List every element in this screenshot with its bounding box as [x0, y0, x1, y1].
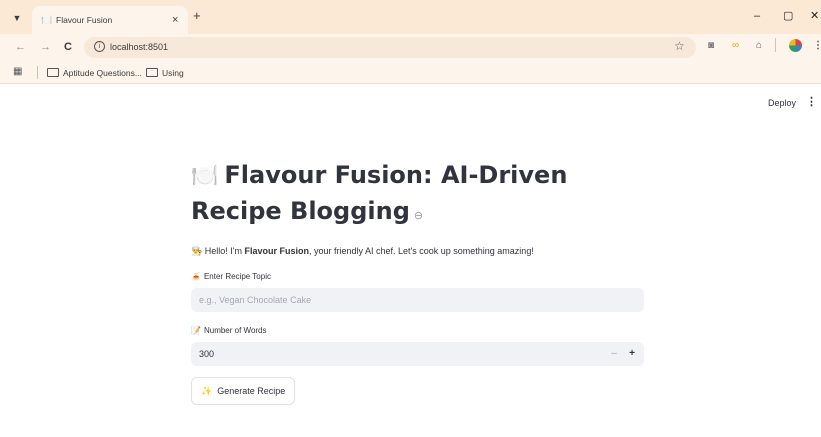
generate-recipe-label: Generate Recipe	[217, 386, 286, 396]
main-content: 🍽️ Flavour Fusion: AI-Driven Recipe Blogg…	[191, 158, 644, 405]
browser-toolbar: ← → C i localhost:8501 ☆ ◙ ∞ ⌂ ⋮	[0, 34, 821, 61]
toolbar-divider	[775, 38, 776, 52]
tab-strip: ▼ 🍽️ Flavour Fusion × + – ▢ ✕	[0, 0, 821, 34]
bookmark-aptitude-questions[interactable]: Aptitude Questions...	[47, 65, 142, 80]
apps-grid-icon[interactable]: ▦	[13, 66, 22, 78]
word-count-value[interactable]: 300	[199, 348, 214, 360]
recipe-topic-label: 🍝 Enter Recipe Topic	[191, 271, 644, 283]
generate-recipe-button[interactable]: ✨ Generate Recipe	[191, 377, 296, 405]
app-menu-icon[interactable]: ⋮	[806, 96, 817, 109]
new-tab-button[interactable]: +	[193, 9, 201, 23]
pasta-icon: 🍝	[191, 272, 201, 281]
tab-title: Flavour Fusion	[56, 15, 113, 25]
camera-extension-icon[interactable]: ◙	[708, 39, 714, 53]
chef-icon: 👨‍🍳	[191, 246, 203, 256]
intro-text-start: Hello! I'm	[204, 246, 245, 256]
tab-search-chevron-icon[interactable]: ▼	[8, 9, 26, 27]
intro-app-name: Flavour Fusion	[244, 246, 309, 256]
folder-icon	[146, 68, 158, 77]
close-window-button[interactable]: ✕	[810, 9, 819, 23]
page-title: 🍽️ Flavour Fusion: AI-Driven Recipe Blogg…	[191, 158, 644, 233]
increment-button[interactable]: +	[624, 347, 640, 361]
link-extension-icon[interactable]: ∞	[732, 39, 739, 53]
site-info-icon[interactable]: i	[94, 41, 105, 52]
browser-menu-icon[interactable]: ⋮	[813, 39, 821, 53]
intro-text-end: , your friendly AI chef. Let's cook up s…	[308, 246, 534, 256]
plate-cutlery-icon: 🍽️	[191, 164, 219, 189]
tab-favicon-icon: 🍽️	[41, 15, 53, 25]
deploy-button[interactable]: Deploy	[768, 97, 796, 109]
forward-button[interactable]: →	[40, 40, 51, 54]
decrement-button[interactable]: –	[606, 347, 622, 361]
minimize-button[interactable]: –	[754, 9, 760, 23]
address-bar[interactable]: i localhost:8501 ☆	[84, 37, 696, 58]
bookmark-label: Using	[162, 67, 184, 78]
bookmark-star-icon[interactable]: ☆	[674, 39, 685, 54]
word-count-label-text: Number of Words	[203, 326, 267, 335]
word-count-number-input[interactable]: 300 – +	[191, 342, 644, 366]
address-url[interactable]: localhost:8501	[110, 41, 168, 53]
maximize-button[interactable]: ▢	[783, 9, 793, 23]
bookmark-label: Aptitude Questions...	[63, 67, 142, 78]
extensions-puzzle-icon[interactable]: ⌂	[756, 39, 762, 53]
bookmarks-divider	[37, 66, 38, 79]
back-button[interactable]: ←	[15, 40, 26, 54]
tab-flavour-fusion[interactable]: 🍽️ Flavour Fusion ×	[32, 6, 188, 34]
profile-avatar-icon[interactable]	[789, 39, 802, 52]
recipe-topic-label-text: Enter Recipe Topic	[203, 272, 271, 281]
heading-anchor-link-icon[interactable]: ⊖	[414, 209, 423, 222]
bookmark-using[interactable]: Using	[146, 65, 184, 80]
sparkles-icon: ✨	[201, 385, 213, 396]
memo-icon: 📝	[191, 326, 201, 335]
reload-button[interactable]: C	[64, 40, 72, 54]
bookmarks-bar: ▦ Aptitude Questions... Using	[0, 61, 821, 84]
folder-icon	[47, 68, 59, 77]
intro-text: 👨‍🍳 Hello! I'm Flavour Fusion, your frie…	[191, 244, 644, 258]
word-count-label: 📝 Number of Words	[191, 325, 644, 337]
page-title-text: Flavour Fusion: AI-Driven Recipe Bloggin…	[191, 161, 568, 225]
tab-close-icon[interactable]: ×	[172, 13, 178, 27]
recipe-topic-input[interactable]	[191, 288, 644, 312]
